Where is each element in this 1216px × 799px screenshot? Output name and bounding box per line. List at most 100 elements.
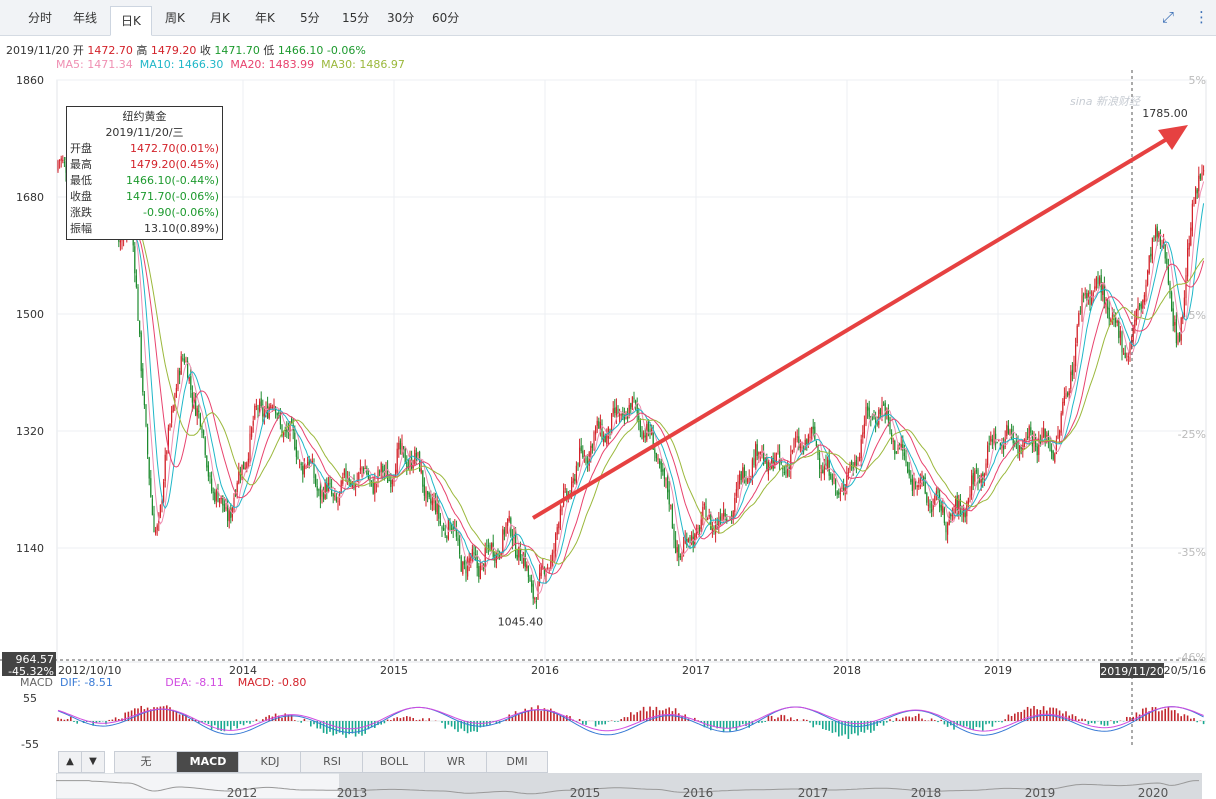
tab-30min[interactable]: 30分 [387,9,414,26]
candle-body [479,565,481,580]
pct-tick-label: -46% [1178,651,1206,664]
candle-body [1049,440,1051,452]
candle-body [532,583,534,599]
macd-dif: DIF: -8.51 [59,676,113,689]
candle-body [719,516,721,520]
tab-daily-k[interactable]: 日K [110,6,152,36]
tab-weekly-k[interactable]: 周K [165,9,185,26]
candle-body [1051,450,1053,453]
indicator-tab-boll[interactable]: BOLL [362,751,426,773]
more-vertical-icon[interactable]: ⋮ [1194,8,1209,26]
high-value: 1479.20 [150,44,197,57]
candle-body [460,556,462,572]
candle-body [457,537,459,541]
candle-body [225,506,227,510]
y-tick-label: 1860 [16,74,44,87]
candle-body [507,518,509,526]
scroll-down-button[interactable]: ▼ [81,751,105,773]
candle-body [150,478,152,497]
candle-body [1191,203,1193,231]
candle-body [1089,291,1091,306]
indicator-tab-dmi[interactable]: DMI [486,751,548,773]
candle-body [1127,356,1129,358]
candle-body [471,549,473,557]
candle-body [180,356,182,375]
candle-body [596,420,598,426]
indicator-tab-none[interactable]: 无 [114,751,178,773]
candle-body [670,505,672,507]
candle-body [459,539,461,554]
candle-body [628,405,630,418]
candle-body [1126,359,1128,361]
candle-body [163,481,165,502]
candle-body [1198,175,1200,192]
candle-body [1153,236,1155,238]
tab-monthly-k[interactable]: 月K [210,9,230,26]
candle-body [1062,401,1064,414]
candle-body [228,510,230,522]
collapse-icon[interactable]: ⤢ [1162,8,1174,26]
tab-yearly-k[interactable]: 年K [255,9,275,26]
candle-body [644,435,646,438]
candle-body [1097,277,1099,284]
candle-body [1167,266,1169,284]
candle-body [590,445,592,456]
candle-body [775,452,777,462]
candle-body [1099,277,1101,284]
candle-body [1174,322,1176,326]
tab-intraday[interactable]: 分时 [28,9,52,26]
candle-body [983,474,985,478]
candle-body [1052,451,1054,460]
candle-body [1124,352,1126,358]
candle-body [171,410,173,423]
candle-body [503,529,505,535]
candle-body [1179,332,1181,342]
candle-body [889,417,891,432]
candle-body [700,519,702,530]
candle-body [615,406,617,416]
tab-60min[interactable]: 60分 [432,9,459,26]
candle-body [172,405,174,412]
candle-body [59,159,61,161]
candle-body [145,404,147,426]
navigator-year-label: 2020 [1138,786,1169,799]
navigator-year-label: 2018 [911,786,942,799]
candle-body [382,465,384,472]
candle-body [852,466,854,469]
scroll-up-button[interactable]: ▲ [58,751,82,773]
indicator-tab-kdj[interactable]: KDJ [238,751,302,773]
candle-body [579,447,581,466]
candle-body [193,397,195,401]
tab-15min[interactable]: 15分 [342,9,369,26]
candle-body [692,536,694,547]
candle-body [1063,396,1065,404]
candle-body [819,458,821,470]
candle-body [137,286,139,321]
candle-body [233,497,235,511]
candle-body [315,475,317,486]
candle-body [593,431,595,446]
navigator-year-label: 2016 [683,786,714,799]
candle-body [575,465,577,483]
candle-body [364,468,366,470]
candle-body [1123,353,1125,355]
candle-body [316,486,318,491]
indicator-tab-macd[interactable]: MACD [176,751,240,773]
candle-body [252,421,254,426]
candle-body [139,320,141,334]
candle-body [699,527,701,532]
candle-body [631,396,633,408]
candle-body [198,410,200,413]
candle-body [249,433,251,460]
tab-year-line[interactable]: 年线 [73,9,97,26]
candle-body [734,497,736,512]
candle-body [1145,284,1147,297]
tab-5min[interactable]: 5分 [300,9,320,26]
candle-body [929,503,931,508]
candle-body [635,400,637,404]
candle-body [335,497,337,502]
tooltip-row-low: 最低 1466.10(-0.44%) [67,173,222,189]
range-navigator[interactable]: 2012 2013 2015 2016 2017 2018 2019 2020 [56,773,1202,799]
indicator-tab-wr[interactable]: WR [424,751,488,773]
indicator-tab-rsi[interactable]: RSI [300,751,364,773]
